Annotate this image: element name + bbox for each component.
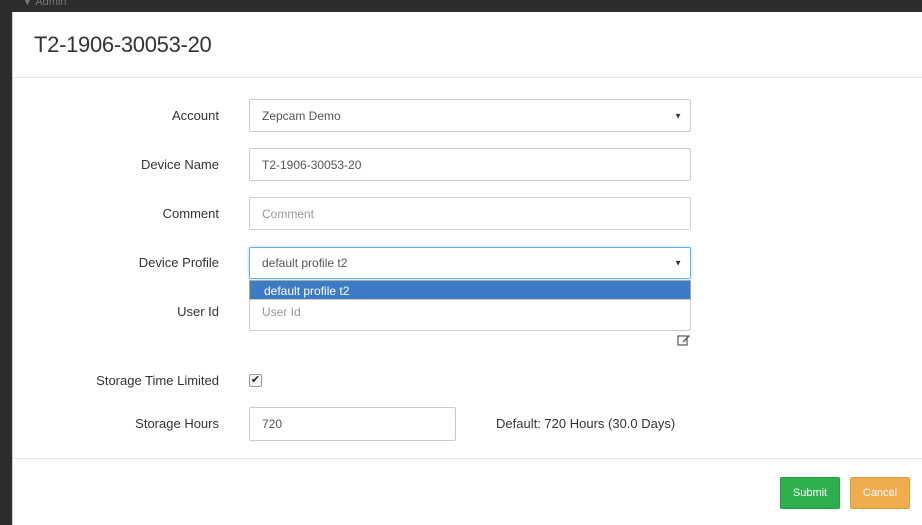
device-profile-select[interactable]: default profile t2 ▼ (249, 247, 691, 279)
comment-input[interactable]: Comment (249, 197, 691, 230)
submit-button[interactable]: Submit (780, 477, 840, 509)
device-name-label: Device Name (140, 157, 219, 172)
account-select[interactable]: Zepcam Demo ▼ (249, 99, 691, 132)
account-select-value: Zepcam Demo (262, 108, 341, 123)
dropdown-option-default-profile-t2[interactable]: default profile t2 (250, 281, 690, 301)
device-name-value: T2-1906-30053-20 (262, 157, 362, 172)
device-profile-select-value: default profile t2 (262, 256, 348, 270)
dialog-header: T2-1906-30053-20 (13, 12, 922, 78)
account-label: Account (172, 108, 219, 123)
edit-device-dialog: T2-1906-30053-20 Account Zepcam Demo ▼ D… (12, 12, 922, 525)
dialog-title: T2-1906-30053-20 (34, 32, 212, 57)
storage-hours-label: Storage Hours (135, 416, 219, 431)
storage-time-limited-label: Storage Time Limited (96, 373, 219, 388)
storage-hours-value: 720 (262, 417, 283, 431)
user-id-label: User Id (177, 304, 219, 319)
check-icon: ✔ (250, 374, 261, 386)
storage-hours-input[interactable]: 720 (249, 407, 456, 441)
cancel-button[interactable]: Cancel (850, 477, 910, 509)
comment-placeholder: Comment (262, 206, 315, 221)
chevron-down-icon: ▼ (674, 111, 682, 120)
edit-icon[interactable] (677, 333, 691, 347)
user-id-placeholder: User Id (262, 305, 301, 319)
dialog-footer: Submit Cancel (13, 458, 922, 525)
backdrop-text: ▼ Admin (22, 0, 67, 8)
device-profile-label: Device Profile (138, 255, 219, 270)
storage-hours-default-hint: Default: 720 Hours (30.0 Days) (496, 416, 676, 431)
device-name-input[interactable]: T2-1906-30053-20 (249, 148, 691, 181)
comment-label: Comment (162, 206, 219, 221)
user-id-input[interactable]: User Id (249, 299, 691, 331)
chevron-down-icon: ▼ (674, 258, 682, 268)
storage-time-limited-checkbox[interactable]: ✔ (249, 374, 262, 387)
